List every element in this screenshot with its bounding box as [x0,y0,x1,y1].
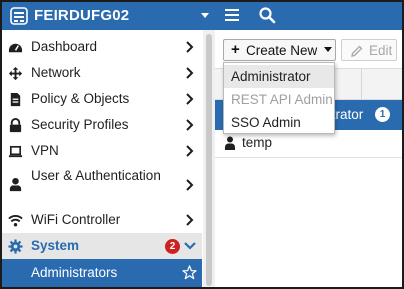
chevron-right-icon [186,67,194,79]
menu-item-rest-api-admin: REST API Admin [224,88,334,111]
menu-item-label: SSO Admin [231,115,301,130]
sidebar-item-label: Policy & Objects [31,91,130,106]
chevron-right-icon [186,179,194,191]
hostname-label[interactable]: FEIRDUFG02 [34,7,129,24]
sidebar: Dashboard Network Policy & Objects Secur… [2,30,202,287]
star-icon[interactable] [182,265,197,280]
chevron-right-icon [186,41,194,53]
notification-badge: 2 [165,239,180,254]
caret-down-icon[interactable] [198,8,212,22]
plus-icon: + [231,41,240,58]
app-window: FEIRDUFG02 Dashboard Network Policy & Ob… [0,0,404,289]
sidebar-item-label: Security Profiles [31,117,129,132]
sidebar-item-dashboard[interactable]: Dashboard [2,34,202,60]
chevron-right-icon [186,119,194,131]
edit-label: Edit [369,43,393,58]
sidebar-scrollbar[interactable] [203,30,215,287]
menu-item-label: REST API Admin [231,92,333,107]
user-icon [225,136,235,150]
sidebar-item-label: Network [31,65,81,80]
fortigate-logo-icon [10,7,28,25]
edit-button[interactable]: Edit [341,39,397,61]
user-icon [9,177,22,192]
laptop-icon [8,145,23,158]
search-icon[interactable] [258,6,276,24]
gear-icon [8,239,23,254]
scrollbar-thumb[interactable] [206,34,212,286]
create-new-menu: Administrator REST API Admin SSO Admin [223,62,335,134]
sidebar-item-label: User & Authentication [31,168,161,183]
dashboard-icon [8,43,23,53]
wifi-icon [8,215,23,227]
sidebar-item-system[interactable]: System 2 [2,233,202,259]
chevron-right-icon [186,145,194,157]
sidebar-item-label: WiFi Controller [31,212,121,227]
create-new-label: Create New [246,43,318,58]
chevron-right-icon [186,214,194,226]
caret-down-icon [324,47,332,52]
row-count-badge: 1 [375,107,390,122]
sidebar-item-label: System [31,238,80,253]
lock-icon [9,118,22,133]
sidebar-item-wifi-controller[interactable]: WiFi Controller [2,207,202,233]
sidebar-item-network[interactable]: Network [2,60,202,86]
top-bar: FEIRDUFG02 [2,2,402,30]
row-username: temp [242,135,273,150]
sidebar-item-label: Dashboard [31,39,98,54]
network-icon [8,66,23,81]
policy-icon [10,92,21,107]
menu-item-label: Administrator [231,69,311,84]
pencil-icon [351,45,363,57]
sidebar-item-policy-objects[interactable]: Policy & Objects [2,86,202,112]
chevron-down-icon [184,242,196,250]
table-row[interactable]: temp [215,130,402,158]
sidebar-item-user-authentication[interactable]: User & Authentication [2,165,202,205]
menu-item-sso-admin[interactable]: SSO Admin [224,111,334,134]
chevron-right-icon [186,93,194,105]
sidebar-item-label: VPN [31,143,59,158]
menu-item-administrator[interactable]: Administrator [224,65,334,88]
sidebar-item-administrators[interactable]: Administrators [2,259,202,287]
sidebar-item-label: Administrators [31,265,118,280]
create-new-button[interactable]: + Create New [223,39,336,61]
column-divider[interactable] [361,69,362,101]
sidebar-item-security-profiles[interactable]: Security Profiles [2,112,202,138]
hamburger-menu-icon[interactable] [224,7,240,23]
sidebar-item-vpn[interactable]: VPN [2,138,202,164]
